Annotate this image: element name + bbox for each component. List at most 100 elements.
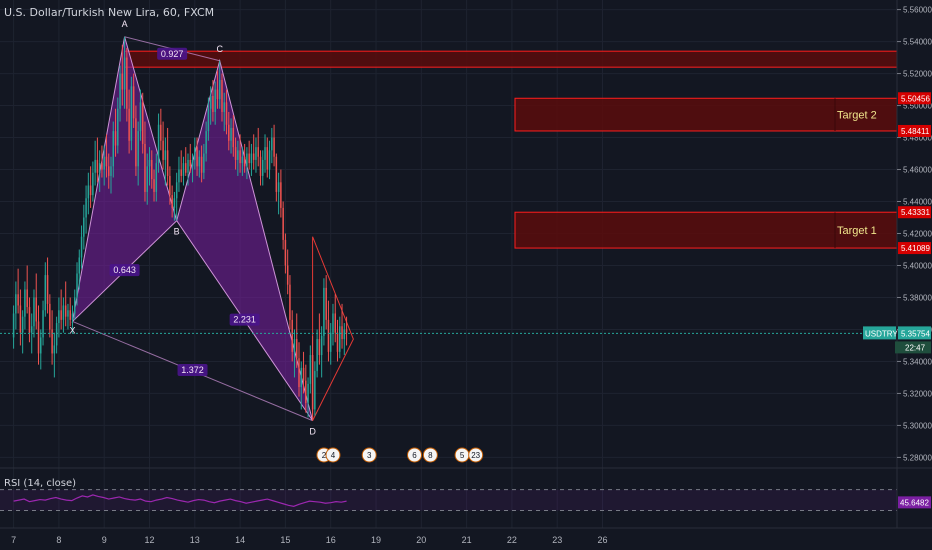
pattern-point-label: D (309, 427, 316, 437)
candle-body (114, 131, 117, 146)
candle-body (212, 95, 214, 112)
candle-body (280, 182, 282, 208)
ratio-label: 2.231 (233, 315, 256, 325)
candle-body (343, 329, 346, 340)
candle-body (76, 273, 78, 298)
candle-body (35, 297, 37, 322)
price-tick-label: 5.56000 (903, 6, 932, 15)
symbol-label: USDTRY (865, 329, 898, 338)
target-label: Target 2 (837, 110, 877, 122)
candle-body (71, 313, 74, 320)
candle-body (146, 166, 148, 192)
time-tick-label: 21 (462, 535, 472, 545)
candle-body (17, 294, 19, 306)
candle-body (257, 147, 259, 157)
candle-body (223, 102, 225, 112)
price-tick-label: 5.52000 (903, 70, 932, 79)
price-tick-label: 5.46000 (903, 166, 932, 175)
candle-body (196, 147, 198, 167)
pattern-point-label: B (174, 227, 180, 237)
candle-body (314, 371, 316, 410)
candle-body (241, 156, 244, 164)
candle-body (182, 163, 185, 176)
candle-body (130, 86, 133, 141)
candle-body (291, 319, 293, 352)
candle-body (268, 150, 271, 170)
candle-body (200, 156, 203, 173)
time-tick-label: 20 (416, 535, 426, 545)
candle-body (320, 335, 323, 356)
candle-body (139, 102, 142, 132)
candle-body (94, 159, 96, 173)
price-tick-label: 5.44000 (903, 198, 932, 207)
zone-price-label: 5.50456 (901, 94, 930, 103)
current-price-label: 5.35754 (901, 329, 930, 338)
time-tick-label: 19 (371, 535, 381, 545)
candle-body (178, 169, 180, 183)
candle-body (128, 108, 130, 141)
event-label: 6 (412, 451, 417, 460)
candle-body (289, 284, 291, 320)
candle-body (216, 89, 219, 100)
candle-body (225, 102, 228, 125)
target-zone (124, 50, 898, 68)
candle-body (55, 323, 58, 346)
candle-body (67, 310, 69, 317)
candle-body (255, 147, 257, 160)
candle-body (144, 143, 146, 192)
candle-body (345, 329, 348, 333)
candle-body (191, 159, 194, 167)
candle-body (180, 169, 182, 176)
candle-body (323, 287, 325, 336)
event-label: 3 (367, 451, 372, 460)
target-label: Target 1 (837, 225, 877, 237)
time-tick-label: 13 (190, 535, 200, 545)
candle-body (78, 257, 81, 274)
candle-body (107, 166, 110, 176)
candle-body (69, 310, 71, 320)
candle-body (15, 294, 17, 314)
candle-body (325, 287, 327, 320)
candle-body (80, 236, 83, 258)
candle-body (171, 195, 173, 208)
candle-body (44, 275, 47, 311)
candle-body (33, 297, 35, 327)
candle-body (160, 124, 162, 141)
price-chart[interactable]: Target 2 Target 1 X A B C D 0.927 0.643 2.231 1.37… (0, 0, 932, 550)
price-tick-label: 5.34000 (903, 357, 932, 366)
candle-body (98, 163, 101, 173)
time-tick-label: 22 (507, 535, 517, 545)
candle-body (252, 153, 255, 160)
candle-body (336, 332, 339, 352)
rsi-title: RSI (14, close) (4, 478, 77, 489)
price-tick-label: 5.42000 (903, 230, 932, 239)
candle-body (162, 140, 164, 160)
candle-body (30, 326, 33, 333)
price-tick-label: 5.40000 (903, 261, 932, 270)
time-tick-label: 14 (235, 535, 245, 545)
candle-body (28, 307, 31, 333)
time-tick-label: 7 (11, 535, 16, 545)
candle-body (246, 153, 248, 167)
candle-body (19, 305, 22, 333)
ratio-label: 1.372 (181, 365, 204, 375)
time-tick-label: 8 (56, 535, 61, 545)
time-tick-label: 12 (144, 535, 154, 545)
time-tick-label: 16 (326, 535, 336, 545)
candle-body (230, 127, 232, 141)
candle-body (207, 108, 210, 132)
candle-body (341, 326, 343, 340)
price-tick-label: 5.30000 (903, 421, 932, 430)
candle-body (277, 182, 280, 192)
candle-body (271, 137, 273, 151)
candle-body (92, 172, 94, 196)
candle-body (141, 102, 144, 144)
price-tick-label: 5.54000 (903, 38, 932, 47)
time-tick-label: 26 (598, 535, 608, 545)
candle-body (85, 198, 87, 218)
pattern-point-label: C (216, 44, 223, 54)
candle-body (250, 153, 253, 164)
candle-body (298, 358, 300, 388)
candle-body (293, 339, 296, 352)
candle-body (110, 166, 112, 176)
